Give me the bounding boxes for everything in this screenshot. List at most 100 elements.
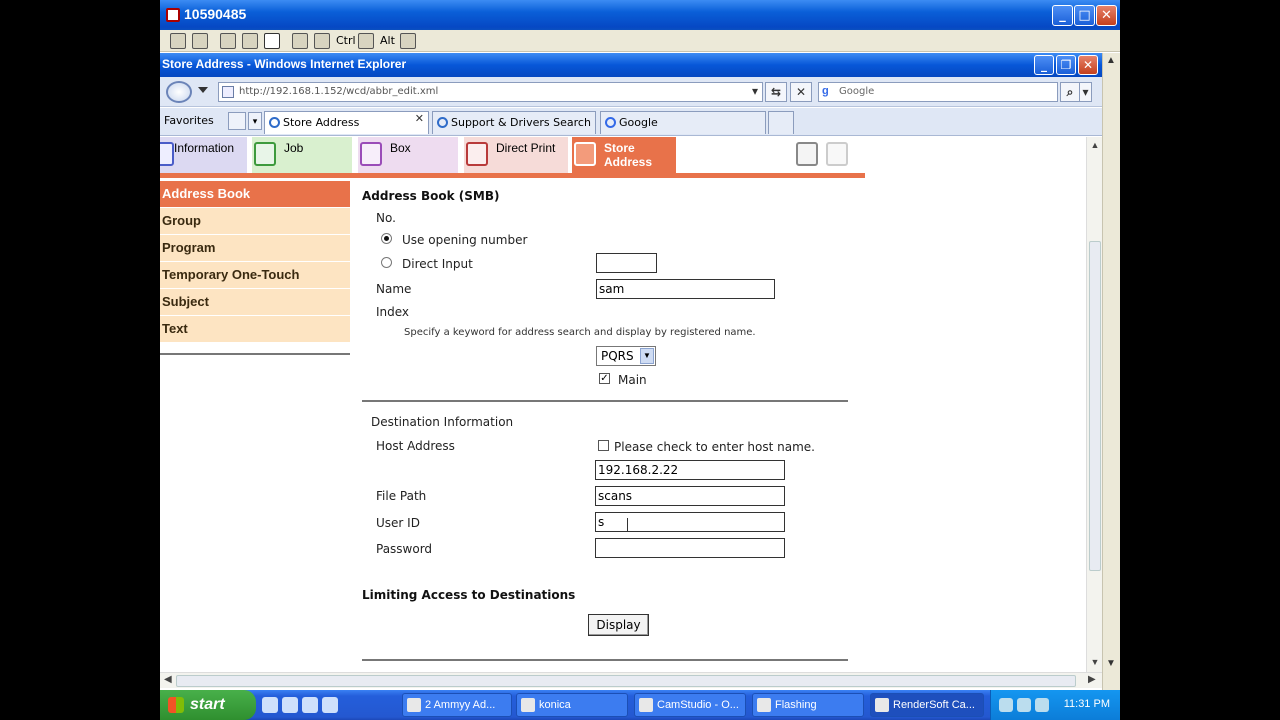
ie-restore-button[interactable]: ❐: [1056, 55, 1076, 75]
scroll-down-icon[interactable]: ▼: [1089, 657, 1101, 669]
user-id-field[interactable]: s: [595, 512, 785, 532]
search-input[interactable]: g Google: [818, 82, 1058, 102]
minimize-button[interactable]: _: [1052, 5, 1073, 26]
quick-launch-icon[interactable]: [282, 697, 298, 713]
sidebar-item-group[interactable]: Group: [160, 208, 350, 235]
sidebar-item-program[interactable]: Program: [160, 235, 350, 262]
file-icon[interactable]: [220, 33, 236, 49]
task-ammyy[interactable]: 2 Ammyy Ad...: [402, 693, 512, 717]
vertical-scrollbar[interactable]: ▲ ▼: [1086, 137, 1102, 672]
page-viewport: Information Job Box Direct Print Store A…: [160, 137, 1086, 672]
network-icon[interactable]: [1017, 698, 1031, 712]
tab-box[interactable]: Box: [358, 137, 458, 173]
settings-icon[interactable]: [170, 33, 186, 49]
refresh-icon[interactable]: ⇆: [765, 82, 787, 102]
app-nav-tabs: Information Job Box Direct Print Store A…: [160, 137, 865, 178]
index-select[interactable]: PQRS ▼: [596, 346, 656, 366]
quick-tabs-icon[interactable]: [228, 112, 246, 130]
app-icon: [407, 698, 421, 712]
address-dropdown-icon[interactable]: ▾: [748, 82, 762, 102]
alt-key-button[interactable]: Alt: [380, 33, 395, 49]
phone-icon[interactable]: [242, 33, 258, 49]
utility-tab[interactable]: [678, 137, 865, 173]
ie-close-button[interactable]: ✕: [1078, 55, 1098, 75]
host-address-field[interactable]: 192.168.2.22: [595, 460, 785, 480]
hand-icon[interactable]: [358, 33, 374, 49]
system-tray: 11:31 PM: [990, 690, 1120, 720]
tab-google[interactable]: Google: [600, 111, 766, 134]
tools-icon[interactable]: [192, 33, 208, 49]
quick-launch-icon[interactable]: [302, 697, 318, 713]
close-button[interactable]: ✕: [1096, 5, 1117, 26]
main-checkbox[interactable]: ✓: [599, 373, 610, 384]
scroll-thumb[interactable]: [1089, 241, 1101, 571]
stop-icon[interactable]: ✕: [790, 82, 812, 102]
scroll-left-icon[interactable]: ◀: [164, 674, 172, 685]
history-dropdown-icon[interactable]: [198, 87, 208, 93]
use-opening-number-radio[interactable]: [381, 233, 392, 244]
favorites-label[interactable]: Favorites: [164, 114, 214, 127]
search-dropdown-icon[interactable]: ▾: [1080, 82, 1092, 102]
keyboard-icon[interactable]: [400, 33, 416, 49]
name-field[interactable]: sam: [596, 279, 775, 299]
password-field[interactable]: [595, 538, 785, 558]
close-tab-icon[interactable]: ✕: [415, 112, 424, 125]
use-opening-number-label: Use opening number: [402, 233, 528, 247]
refresh-icon[interactable]: [314, 33, 330, 49]
address-text: http://192.168.1.152/wcd/abbr_edit.xml: [239, 86, 439, 97]
quick-launch-icon[interactable]: [262, 697, 278, 713]
sidebar-item-text[interactable]: Text: [160, 316, 350, 343]
password-label: Password: [376, 542, 433, 556]
ctrl-key-button[interactable]: Ctrl: [336, 33, 356, 49]
tab-support-drivers[interactable]: Support & Drivers Search Pa...: [432, 111, 596, 134]
ie-minimize-button[interactable]: _: [1034, 55, 1054, 75]
outer-scroll-up-icon[interactable]: ▲: [1106, 55, 1116, 66]
ie-icon: [269, 117, 280, 128]
sidebar-item-temporary-one-touch[interactable]: Temporary One-Touch: [160, 262, 350, 289]
tab-label: Google: [619, 116, 658, 129]
information-icon: [160, 142, 174, 166]
tab-store-address[interactable]: Store Address: [572, 137, 676, 173]
clock[interactable]: 11:31 PM: [1064, 698, 1110, 710]
page-icon: [222, 86, 234, 98]
file-path-field[interactable]: scans: [595, 486, 785, 506]
sidebar-item-subject[interactable]: Subject: [160, 289, 350, 316]
scroll-up-icon[interactable]: ▲: [1089, 140, 1101, 152]
task-camstudio[interactable]: CamStudio - O...: [634, 693, 746, 717]
address-input[interactable]: http://192.168.1.152/wcd/abbr_edit.xml: [218, 82, 763, 102]
start-button[interactable]: start: [160, 690, 256, 720]
scroll-right-icon[interactable]: ▶: [1088, 674, 1096, 685]
tab-list-dropdown-icon[interactable]: ▾: [248, 112, 262, 130]
volume-icon[interactable]: [1035, 698, 1049, 712]
fullscreen-icon[interactable]: [292, 33, 308, 49]
horizontal-scrollbar[interactable]: ◀ ▶: [160, 672, 1102, 688]
tab-information[interactable]: Information: [160, 137, 247, 173]
back-forward-icon[interactable]: [166, 81, 192, 103]
host-name-check-label: Please check to enter host name.: [614, 440, 815, 454]
new-tab-button[interactable]: [768, 111, 794, 134]
maximize-button[interactable]: □: [1074, 5, 1095, 26]
search-icon[interactable]: ⌕: [1060, 82, 1080, 102]
file-path-label: File Path: [376, 489, 427, 503]
screen-icon[interactable]: [264, 33, 280, 49]
horizontal-scroll-thumb[interactable]: [176, 675, 1076, 687]
display-button[interactable]: Display: [588, 614, 649, 636]
tab-label: Support & Drivers Search Pa...: [451, 116, 595, 129]
tab-job[interactable]: Job: [252, 137, 352, 173]
task-flashing[interactable]: Flashing: [752, 693, 864, 717]
tab-label: Information: [174, 141, 235, 155]
sidebar-item-address-book[interactable]: Address Book: [160, 181, 350, 208]
host-name-checkbox[interactable]: [598, 440, 609, 451]
direct-input-radio[interactable]: [381, 257, 392, 268]
task-konica[interactable]: konica: [516, 693, 628, 717]
outer-scroll-down-icon[interactable]: ▼: [1106, 658, 1116, 669]
tab-store-address[interactable]: Store Address ✕: [264, 111, 429, 134]
task-rendersoft[interactable]: RenderSoft Ca...: [870, 693, 984, 717]
tab-label: Store Address: [604, 141, 653, 169]
quick-launch-icon[interactable]: [322, 697, 338, 713]
tray-expand-icon[interactable]: [999, 698, 1013, 712]
direct-input-field[interactable]: [596, 253, 657, 273]
outer-scrollbar[interactable]: ▲ ▼: [1102, 53, 1120, 690]
taskbar: start 2 Ammyy Ad... konica CamStudio - O…: [160, 690, 1120, 720]
tab-direct-print[interactable]: Direct Print: [464, 137, 568, 173]
